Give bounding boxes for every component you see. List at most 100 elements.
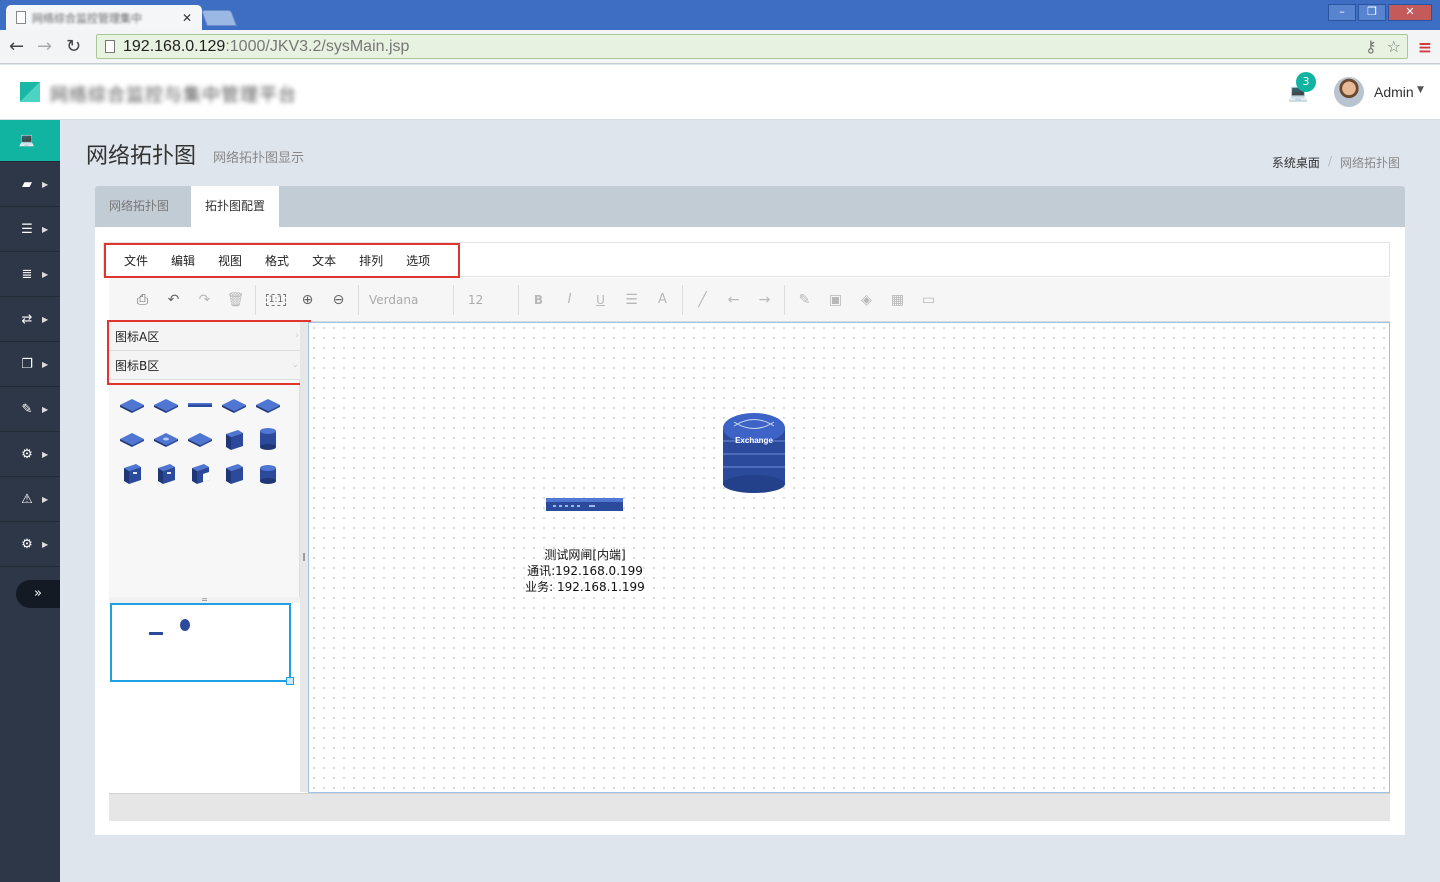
bookmark-star-icon[interactable]: ☆ xyxy=(1387,37,1401,56)
sidebar-item-1[interactable]: 💻 xyxy=(0,120,60,162)
image-icon[interactable]: ▣ xyxy=(820,292,851,308)
palette-shape[interactable] xyxy=(183,460,217,486)
zoom-out-icon[interactable]: ⊖ xyxy=(323,292,354,308)
address-bar[interactable]: 192.168.0.129:1000/JKV3.2/sysMain.jsp ⚷ … xyxy=(96,34,1408,59)
undo-icon[interactable]: ↶ xyxy=(158,292,189,308)
close-tab-icon[interactable]: ✕ xyxy=(182,11,192,25)
palette-shape[interactable] xyxy=(149,426,183,452)
palette-shape[interactable] xyxy=(217,392,251,418)
exchange-server[interactable]: Exchange xyxy=(723,413,785,493)
sidebar-item-10[interactable]: ⚙ ▶ xyxy=(0,522,60,567)
palette-shape[interactable] xyxy=(251,426,285,452)
notification-button[interactable]: 💻 3 xyxy=(1288,72,1316,102)
underline-button[interactable]: U xyxy=(585,293,616,307)
arrow-left-icon[interactable]: ← xyxy=(718,292,749,308)
editor-toolbar: ⎙ ↶ ↷ 🗑 1:1 ⊕ ⊖ Verdana 12 B I U ☰ A ╱ ←… xyxy=(109,278,1390,322)
sidebar-item-8[interactable]: ⚙ ▶ xyxy=(0,432,60,477)
redo-icon[interactable]: ↷ xyxy=(189,292,220,308)
outline-server-mark xyxy=(180,619,190,631)
sidebar-item-9[interactable]: ⚠ ▶ xyxy=(0,477,60,522)
palette-shape[interactable] xyxy=(217,426,251,452)
menu-format[interactable]: 格式 xyxy=(265,252,289,269)
tab-topology-config[interactable]: 拓扑图配置 xyxy=(191,186,280,227)
palette-shape[interactable] xyxy=(115,392,149,418)
actual-size-icon[interactable]: 1:1 xyxy=(266,293,286,306)
sidebar-item-7[interactable]: ✎ ▶ xyxy=(0,387,60,432)
diagram-canvas[interactable]: Exchange xyxy=(308,322,1390,793)
restore-icon[interactable]: ❐ xyxy=(1358,4,1386,21)
arrow-right-icon[interactable]: → xyxy=(749,292,780,308)
forward-icon[interactable]: → xyxy=(37,36,52,57)
app-logo xyxy=(20,82,40,102)
app-header: 网络综合监控与集中管理平台 💻 3 Admin ▼ xyxy=(0,65,1440,120)
avatar[interactable] xyxy=(1334,77,1364,107)
caret-right-icon: ▶ xyxy=(42,179,49,189)
palette-group-b[interactable]: 图标B区 ⌄ xyxy=(109,351,309,380)
palette-shapes xyxy=(115,392,295,486)
palette-groups-highlight: 图标A区 › 图标B区 ⌄ xyxy=(107,320,311,385)
outline-gateway-mark xyxy=(149,632,163,635)
line-color-icon[interactable]: ✎ xyxy=(789,292,820,308)
palette-group-a[interactable]: 图标A区 › xyxy=(109,322,309,351)
font-size-select[interactable]: 12 xyxy=(458,293,514,307)
user-name[interactable]: Admin xyxy=(1374,84,1414,100)
back-icon[interactable]: ← xyxy=(9,36,24,57)
palette-shape[interactable] xyxy=(251,460,285,486)
sidebar-collapse-button[interactable]: » xyxy=(16,580,60,608)
gateway-label: 测试网闸[内端] 通讯:192.168.0.199 业务: 192.168.1.… xyxy=(500,547,670,595)
outline-resize-corner[interactable] xyxy=(286,677,294,685)
palette-shape[interactable] xyxy=(183,392,217,418)
font-family-select[interactable]: Verdana xyxy=(363,293,449,307)
sidebar-item-6[interactable]: ❐ ▶ xyxy=(0,342,60,387)
tab-topology-view[interactable]: 网络拓扑图 xyxy=(95,186,183,227)
gateway-device[interactable] xyxy=(546,498,623,511)
key-icon[interactable]: ⚷ xyxy=(1365,37,1377,56)
shadow-icon[interactable]: ▭ xyxy=(913,292,944,308)
url-text: 192.168.0.129:1000/JKV3.2/sysMain.jsp xyxy=(123,37,410,55)
font-color-button[interactable]: A xyxy=(647,292,678,307)
menu-options[interactable]: 选项 xyxy=(406,252,430,269)
bold-button[interactable]: B xyxy=(523,293,554,307)
app-title: 网络综合监控与集中管理平台 xyxy=(50,85,297,106)
outline-pane xyxy=(109,685,300,792)
breadcrumb-current: 网络拓扑图 xyxy=(1339,156,1400,170)
exchange-icon: ⇄ xyxy=(21,311,33,327)
minimize-icon[interactable]: – xyxy=(1328,4,1356,21)
print-icon[interactable]: ⎙ xyxy=(127,292,158,308)
zoom-in-icon[interactable]: ⊕ xyxy=(292,292,323,308)
new-tab-button[interactable] xyxy=(201,10,237,26)
browser-tab[interactable]: 网络综合监控管理集中 ✕ xyxy=(6,5,202,30)
menu-text[interactable]: 文本 xyxy=(312,252,336,269)
page-subtitle: 网络拓扑图显示 xyxy=(213,151,305,166)
sidebar-item-5[interactable]: ⇄ ▶ xyxy=(0,297,60,342)
fill-color-icon[interactable]: ◈ xyxy=(851,292,882,308)
palette-shape[interactable] xyxy=(115,460,149,486)
breadcrumb-home[interactable]: 系统桌面 xyxy=(1272,154,1320,171)
menu-view[interactable]: 视图 xyxy=(218,252,242,269)
menu-file[interactable]: 文件 xyxy=(124,252,148,269)
palette-shape[interactable] xyxy=(251,392,285,418)
menu-edit[interactable]: 编辑 xyxy=(171,252,195,269)
sidebar-item-3[interactable]: ☰ ▶ xyxy=(0,207,60,252)
palette-shape[interactable] xyxy=(217,460,251,486)
italic-button[interactable]: I xyxy=(554,292,585,307)
palette-shape[interactable] xyxy=(183,426,217,452)
gateway-name: 测试网闸[内端] xyxy=(544,548,626,562)
palette-resize-handle[interactable]: ‖ xyxy=(300,322,308,792)
palette-shape[interactable] xyxy=(115,426,149,452)
close-window-icon[interactable]: ✕ xyxy=(1388,4,1432,21)
gradient-icon[interactable]: ▦ xyxy=(882,292,913,308)
delete-icon[interactable]: 🗑 xyxy=(220,292,251,308)
sidebar-item-2[interactable]: ▰ ▶ xyxy=(0,162,60,207)
outline-viewport[interactable] xyxy=(110,603,291,682)
palette-shape[interactable] xyxy=(149,460,183,486)
caret-down-icon[interactable]: ▼ xyxy=(1417,85,1424,95)
connector-icon[interactable]: ╱ xyxy=(687,292,718,308)
reload-icon[interactable]: ↻ xyxy=(66,36,81,57)
browser-menu-icon[interactable]: ≡ xyxy=(1418,38,1432,58)
clipboard-icon: ❐ xyxy=(21,356,33,372)
align-icon[interactable]: ☰ xyxy=(616,292,647,308)
palette-shape[interactable] xyxy=(149,392,183,418)
menu-arrange[interactable]: 排列 xyxy=(359,252,383,269)
sidebar-item-4[interactable]: ≣ ▶ xyxy=(0,252,60,297)
